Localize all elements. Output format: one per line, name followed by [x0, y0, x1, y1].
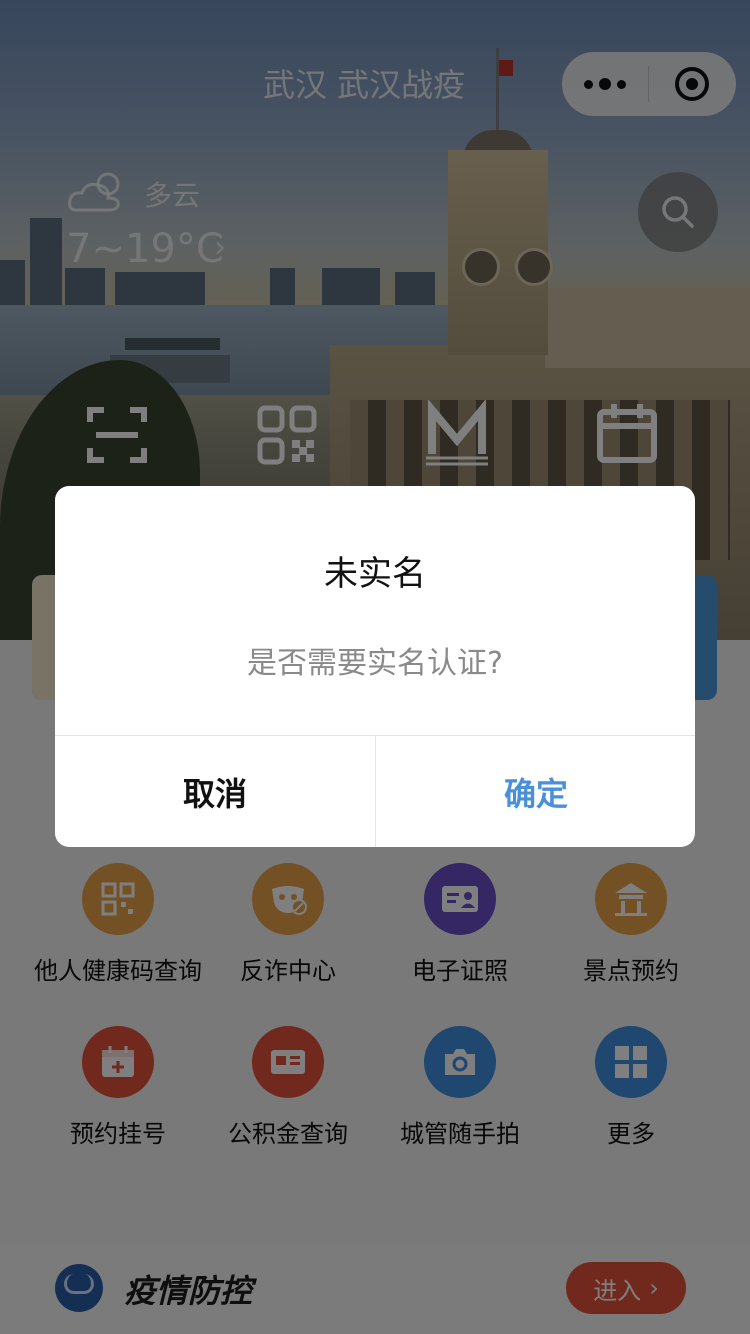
- confirm-button[interactable]: 确定: [376, 736, 695, 847]
- dialog-message: 是否需要实名认证?: [247, 646, 503, 681]
- realname-dialog: 未实名 是否需要实名认证? 取消 确定: [55, 486, 695, 847]
- dialog-title: 未实名: [324, 554, 426, 594]
- cancel-button[interactable]: 取消: [55, 736, 375, 847]
